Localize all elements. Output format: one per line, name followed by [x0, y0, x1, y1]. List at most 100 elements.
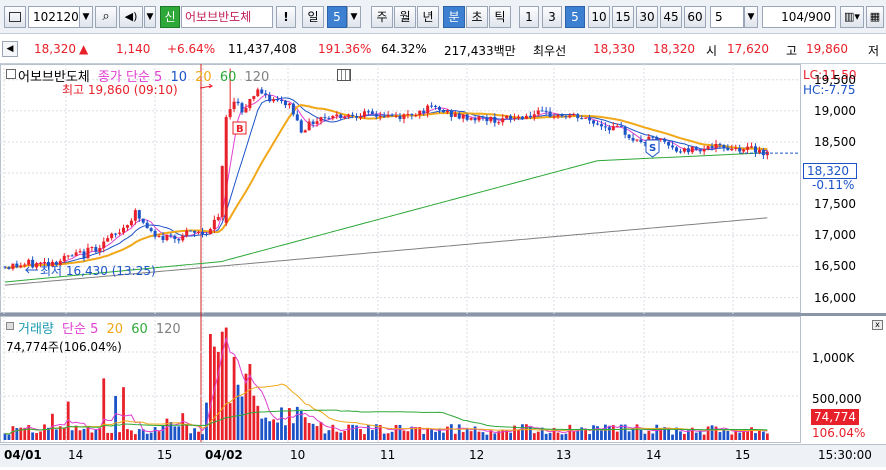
volume-bar	[130, 430, 133, 440]
speaker-dropdown[interactable]: ▼	[144, 6, 156, 28]
legend-ma-60: 60	[219, 70, 237, 85]
volume-bar	[655, 424, 659, 440]
window-icon[interactable]	[4, 6, 26, 28]
count-field[interactable]: 104/900	[762, 6, 836, 28]
candle-body	[702, 148, 706, 152]
candle-body	[260, 89, 264, 94]
volume-bar	[7, 434, 11, 440]
candle-body	[611, 126, 615, 131]
candle-body	[754, 146, 757, 153]
price-y-tick: 16,000	[814, 290, 856, 305]
day-count-dropdown[interactable]: ▼	[347, 6, 361, 28]
tab-second[interactable]: 초	[466, 6, 488, 28]
candle-body	[738, 147, 742, 152]
candle-body	[659, 138, 663, 140]
alert-button[interactable]: !	[276, 6, 296, 28]
candle-body	[161, 236, 165, 241]
volume-bar	[556, 432, 560, 440]
candle-body	[145, 222, 149, 229]
volume-bar	[351, 424, 354, 440]
candle-body	[295, 114, 299, 121]
candle-body	[726, 147, 730, 151]
volume-panel-close-icon[interactable]: x	[872, 320, 883, 330]
volume-bar	[181, 413, 185, 440]
interval-5[interactable]: 5	[565, 6, 585, 28]
volume-bar	[74, 425, 78, 440]
candle-body	[588, 117, 592, 121]
speaker-icon[interactable]: ◀)	[119, 6, 143, 28]
candle-body	[185, 230, 189, 236]
volume-legend: 거래량 단순 5 20 60 120	[18, 318, 181, 337]
day-count-select[interactable]: 5	[327, 6, 347, 28]
interval-dropdown[interactable]: ▼	[744, 6, 758, 28]
interval-3[interactable]: 3	[542, 6, 562, 28]
volume-bar	[228, 403, 232, 440]
interval-60[interactable]: 60	[684, 6, 706, 28]
volume-bar	[765, 433, 769, 440]
volume-bar	[307, 422, 311, 440]
candle-body	[268, 94, 272, 102]
volume-bar	[173, 426, 177, 440]
tab-year[interactable]: 년	[417, 6, 439, 28]
x-axis-label: 12	[469, 448, 485, 462]
stock-name-field[interactable]: 어보브반도체	[181, 6, 273, 28]
interval-30[interactable]: 30	[636, 6, 658, 28]
info-expand-icon[interactable]: ◀	[2, 41, 18, 57]
tab-day[interactable]: 일	[302, 6, 324, 28]
candle-body	[441, 109, 445, 113]
candle-body	[568, 115, 572, 118]
candle-body	[690, 146, 694, 153]
candle-body	[560, 115, 564, 117]
more-options-icon[interactable]: ▦	[866, 6, 884, 28]
candle-body	[513, 117, 517, 119]
candle-body	[299, 120, 303, 133]
interval-15[interactable]: 15	[612, 6, 634, 28]
candle-body	[31, 259, 35, 268]
volume-y-tick-500k: 500,000	[812, 392, 862, 406]
price-legend-checkbox[interactable]	[6, 69, 16, 79]
volume-bar	[481, 432, 485, 440]
volume-bar	[311, 423, 315, 440]
legend-table-icon[interactable]	[337, 69, 351, 81]
volume-bar	[153, 427, 157, 440]
chart-tools-icon[interactable]: ▥▾	[840, 6, 864, 28]
candle-body	[224, 117, 228, 223]
tab-week[interactable]: 주	[371, 6, 393, 28]
search-icon[interactable]: ⌕	[95, 6, 117, 28]
candle-body	[351, 114, 355, 117]
candle-body	[362, 111, 366, 117]
volume-bar	[536, 431, 540, 440]
interval-45[interactable]: 45	[660, 6, 682, 28]
volume-ratio: 191.36%	[318, 42, 372, 56]
tab-tick[interactable]: 틱	[489, 6, 511, 28]
volume-bar	[216, 351, 220, 440]
candle-body	[548, 111, 552, 117]
volume-bar	[604, 424, 607, 440]
candle-body	[149, 228, 153, 231]
candle-body	[414, 115, 418, 117]
interval-1[interactable]: 1	[519, 6, 539, 28]
interval-10[interactable]: 10	[588, 6, 610, 28]
candle-body	[698, 149, 702, 152]
candle-body	[264, 93, 268, 95]
volume-bar	[710, 425, 714, 440]
volume-bar	[382, 433, 386, 440]
interval-select[interactable]: 5	[710, 6, 744, 28]
candle-body	[82, 251, 86, 259]
volume-bar	[505, 430, 509, 440]
volume-bar	[161, 425, 165, 440]
volume-bar	[102, 378, 106, 440]
volume-bar	[722, 429, 726, 440]
stock-code-dropdown[interactable]: ▼	[79, 6, 93, 28]
volume-current-pct: 106.04%	[812, 426, 866, 440]
volume-bar	[90, 432, 94, 440]
legend-volume-name: 거래량	[18, 322, 54, 337]
volume-legend-checkbox[interactable]	[6, 322, 14, 330]
candle-body	[283, 100, 287, 106]
candle-body	[615, 125, 619, 127]
market-badge: 신	[160, 6, 180, 28]
tab-month[interactable]: 월	[394, 6, 416, 28]
volume-bar	[461, 432, 465, 440]
tab-minute[interactable]: 분	[443, 6, 465, 28]
volume-bar	[631, 428, 635, 440]
